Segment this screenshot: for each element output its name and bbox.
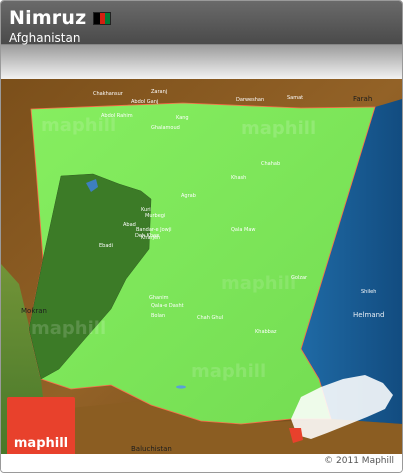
region-label-baluchistan: Baluchistan	[131, 445, 172, 453]
watermark-left: maphill	[31, 318, 106, 339]
place-label: Chah Ghul	[197, 315, 223, 321]
place-label: Abdol Rahim	[101, 113, 133, 119]
map-title: Nimruz	[9, 7, 87, 29]
copyright-text: © 2011 Maphill	[324, 456, 394, 466]
header-bar: Nimruz Afghanistan	[1, 1, 402, 79]
title-row: Nimruz	[9, 7, 112, 29]
place-label: Qala-e Dasht	[151, 303, 184, 309]
maphill-logo-text: maphill	[13, 436, 69, 451]
afghanistan-flag-icon	[93, 11, 112, 25]
place-label: Ghalamoud	[151, 125, 180, 131]
place-label: Agrab	[181, 193, 196, 199]
region-label-farah: Farah	[353, 95, 372, 103]
region-label-mokran: Mokran	[21, 307, 47, 315]
watermark-top: maphill	[241, 118, 316, 139]
place-label: Ghanim	[149, 295, 169, 301]
maphill-logo[interactable]: maphill	[7, 397, 75, 457]
place-label: Kharjeh	[141, 235, 160, 241]
place-label: Bolan	[151, 313, 165, 319]
place-label: Abad	[123, 222, 136, 228]
map-frame: Nimruz Afghanistan maphill maphill maphi…	[0, 0, 403, 473]
place-label: Abdol Ganj	[131, 99, 158, 105]
place-label: Khash	[231, 175, 246, 181]
place-label: Kang	[176, 115, 189, 121]
footer-bar: © 2011 Maphill	[1, 454, 402, 472]
place-label: Murbegi	[145, 213, 165, 219]
place-label: Chahab	[261, 161, 280, 167]
place-label: Chakhansur	[93, 91, 124, 97]
lake-south	[176, 385, 186, 389]
place-label: Ebadi	[99, 243, 113, 249]
watermark-center: maphill	[221, 273, 296, 294]
place-label: Samat	[287, 95, 303, 101]
map-subtitle: Afghanistan	[9, 31, 81, 45]
flag-stripe-green	[105, 12, 111, 24]
region-label-helmand: Helmand	[353, 311, 385, 319]
place-label: Khabbaz	[255, 329, 277, 335]
place-label: Qala Maw	[231, 227, 256, 233]
watermark-mid: maphill	[191, 361, 266, 382]
place-label: Shileh	[361, 289, 376, 295]
place-label: Golzar	[291, 275, 308, 281]
place-label: Zaranj	[151, 89, 167, 95]
place-label: Darweshan	[236, 97, 264, 103]
